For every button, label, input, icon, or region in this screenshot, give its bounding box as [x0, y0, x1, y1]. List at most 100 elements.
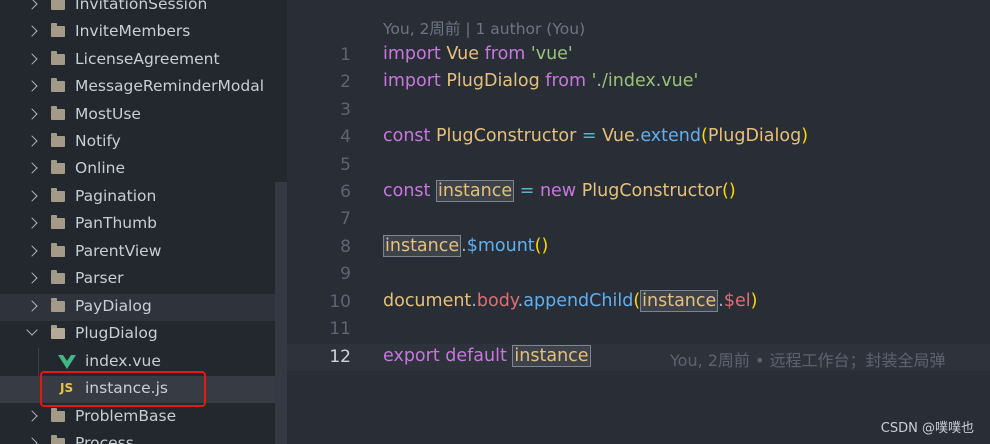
- folder-icon: [51, 133, 65, 147]
- chevron-right-icon: [26, 272, 38, 284]
- chevron-right-icon: [26, 162, 38, 174]
- folder-icon: [51, 215, 65, 229]
- chevron-right-icon: [26, 135, 38, 147]
- folder-icon: [51, 51, 65, 65]
- code-editor[interactable]: You, 2周前 | 1 author (You) 1 import Vue f…: [287, 0, 990, 444]
- code-line[interactable]: 8 instance .$mount(): [287, 234, 990, 261]
- tree-folder-paydialog[interactable]: PayDialog: [0, 294, 287, 321]
- code-line[interactable]: 9: [287, 261, 990, 288]
- tree-item-label: InvitationSession: [75, 0, 208, 13]
- tree-item-label: LicenseAgreement: [75, 50, 220, 68]
- code-line[interactable]: 10 document.body.appendChild(instance .$e…: [287, 289, 990, 316]
- code-text: export default instance: [383, 345, 591, 367]
- chevron-right-icon: [26, 190, 38, 202]
- inline-git-blame[interactable]: You, 2周前 • 远程工作台；封装全局弹: [670, 347, 946, 371]
- tree-item-label: ParentView: [75, 242, 162, 260]
- chevron-right-icon: [26, 0, 38, 10]
- line-number: 9: [340, 264, 351, 284]
- folder-icon: [51, 23, 65, 37]
- watermark: CSDN @噗噗也: [880, 421, 974, 436]
- tree-item-label: Notify: [75, 132, 121, 150]
- tree-folder-panthumb[interactable]: PanThumb: [0, 211, 287, 238]
- line-number: 5: [340, 155, 351, 175]
- code-line[interactable]: 3: [287, 97, 990, 124]
- tree-folder-messagereminder[interactable]: MessageReminderModal: [0, 74, 287, 101]
- code-line-current[interactable]: 12 export default instance You, 2周前 • 远程…: [287, 344, 990, 371]
- folder-icon: [51, 435, 65, 444]
- folder-icon: [51, 0, 65, 10]
- chevron-right-icon: [26, 300, 38, 312]
- chevron-right-icon: [26, 53, 38, 65]
- tree-item-label: PlugDialog: [75, 324, 158, 342]
- folder-icon: [51, 188, 65, 202]
- code-text: const PlugConstructor = Vue.extend(PlugD…: [383, 126, 809, 146]
- chevron-right-icon: [26, 25, 38, 37]
- explorer-scrollbar[interactable]: [275, 182, 287, 444]
- line-number: 2: [340, 72, 351, 92]
- line-number: 1: [340, 45, 351, 65]
- file-explorer: InvitationSession InviteMembers LicenseA…: [0, 0, 287, 444]
- line-number: 6: [340, 182, 351, 202]
- vue-file-icon: [58, 355, 76, 369]
- code-text: import PlugDialog from './index.vue': [383, 71, 699, 91]
- line-number: 3: [340, 100, 351, 120]
- tree-item-label: index.vue: [85, 352, 161, 370]
- chevron-right-icon: [26, 217, 38, 229]
- tree-item-label: MessageReminderModal: [75, 77, 265, 95]
- code-line[interactable]: 2 import PlugDialog from './index.vue': [287, 69, 990, 96]
- tree-folder-process[interactable]: Process: [0, 431, 287, 444]
- tree-item-label: Pagination: [75, 187, 157, 205]
- code-line[interactable]: 7: [287, 206, 990, 233]
- line-number: 12: [329, 347, 351, 367]
- line-number: 7: [340, 209, 351, 229]
- folder-open-icon: [51, 325, 65, 339]
- tree-folder-problembase[interactable]: ProblemBase: [0, 404, 287, 431]
- folder-icon: [51, 243, 65, 257]
- tree-item-label: InviteMembers: [75, 22, 191, 40]
- tree-folder-pagination[interactable]: Pagination: [0, 184, 287, 211]
- tree-item-label: MostUse: [75, 105, 141, 123]
- tree-folder-mostuse[interactable]: MostUse: [0, 102, 287, 129]
- line-number: 8: [340, 237, 351, 257]
- tree-folder-parentview[interactable]: ParentView: [0, 239, 287, 266]
- line-number: 4: [340, 127, 351, 147]
- folder-icon: [51, 270, 65, 284]
- folder-icon: [51, 298, 65, 312]
- folder-icon: [51, 160, 65, 174]
- tree-folder-parser[interactable]: Parser: [0, 266, 287, 293]
- folder-icon: [51, 408, 65, 422]
- tree-item-label: PayDialog: [75, 297, 152, 315]
- tree-item-label: Online: [75, 159, 125, 177]
- code-text: instance .$mount(): [383, 235, 549, 257]
- tree-folder-online[interactable]: Online: [0, 156, 287, 183]
- tree-item-label: PanThumb: [75, 214, 158, 232]
- tree-folder-notify[interactable]: Notify: [0, 129, 287, 156]
- chevron-right-icon: [26, 80, 38, 92]
- chevron-down-icon: [26, 324, 38, 336]
- code-text: import Vue from 'vue': [383, 44, 573, 64]
- tree-folder-invitationsession[interactable]: InvitationSession: [0, 0, 287, 19]
- tree-item-label: Process: [75, 434, 134, 444]
- code-line[interactable]: 1 import Vue from 'vue': [287, 42, 990, 69]
- chevron-right-icon: [26, 245, 38, 257]
- tree-folder-licenseagreement[interactable]: LicenseAgreement: [0, 47, 287, 74]
- line-number: 10: [329, 292, 351, 312]
- folder-icon: [51, 78, 65, 92]
- code-line[interactable]: 6 const instance = new PlugConstructor(): [287, 179, 990, 206]
- tree-item-label: Parser: [75, 269, 124, 287]
- code-line[interactable]: 11: [287, 316, 990, 343]
- chevron-right-icon: [26, 108, 38, 120]
- folder-icon: [51, 106, 65, 120]
- code-text: document.body.appendChild(instance .$el): [383, 290, 758, 312]
- git-blame-header[interactable]: You, 2周前 | 1 author (You): [383, 17, 585, 39]
- chevron-right-icon: [26, 437, 38, 444]
- tree-folder-plugdialog[interactable]: PlugDialog: [0, 321, 287, 348]
- chevron-right-icon: [26, 410, 38, 422]
- code-line[interactable]: 5: [287, 152, 990, 179]
- tree-item-label: ProblemBase: [75, 407, 177, 425]
- line-number: 11: [329, 319, 351, 339]
- annotation-highlight-box: [40, 371, 206, 407]
- tree-folder-invitemembers[interactable]: InviteMembers: [0, 19, 287, 46]
- code-line[interactable]: 4 const PlugConstructor = Vue.extend(Plu…: [287, 124, 990, 151]
- code-text: const instance = new PlugConstructor(): [383, 180, 736, 202]
